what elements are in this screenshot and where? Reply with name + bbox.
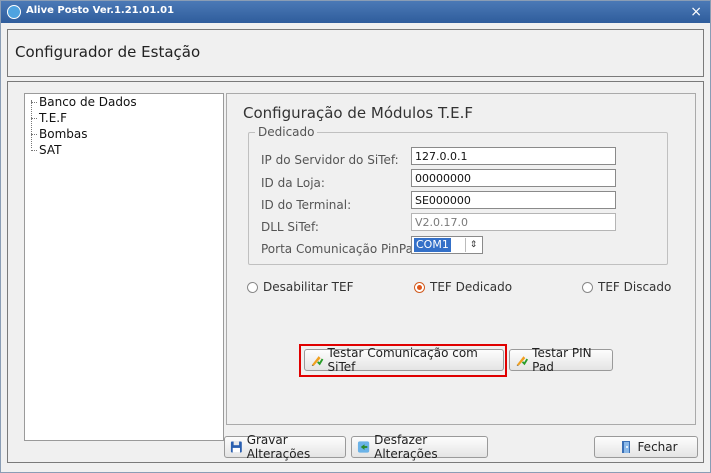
- tef-panel-title: Configuração de Módulos T.E.F: [243, 104, 473, 122]
- tree-item-tef[interactable]: T.E.F: [30, 111, 67, 125]
- door-exit-icon: [622, 441, 631, 453]
- tree-item-banco-de-dados[interactable]: Banco de Dados: [31, 95, 137, 109]
- radio-tef-discado[interactable]: TEF Discado: [582, 280, 671, 294]
- pencil-check-icon: [311, 356, 324, 366]
- page-title: Configurador de Estação: [15, 43, 201, 61]
- close-icon[interactable]: ×: [690, 3, 702, 21]
- porta-pinpad-value: COM1: [414, 238, 451, 252]
- dedicado-group-label: Dedicado: [255, 125, 318, 139]
- test-pinpad-button[interactable]: Testar PIN Pad: [509, 346, 613, 374]
- tree-connector-line: [31, 100, 32, 148]
- save-button[interactable]: Gravar Alterações: [224, 433, 346, 461]
- radio-tef-discado-label: TEF Discado: [598, 280, 672, 294]
- app-logo-icon: [7, 5, 21, 19]
- radio-checked-icon: [414, 281, 425, 293]
- id-terminal-label: ID do Terminal:: [261, 198, 352, 212]
- tree-item-bombas[interactable]: Bombas: [31, 127, 88, 141]
- tree-item-sat[interactable]: SAT: [30, 143, 61, 157]
- test-sitef-label: Testar Comunicação com SiTef: [327, 346, 478, 374]
- floppy-disk-icon: [230, 441, 242, 453]
- id-loja-input[interactable]: [411, 169, 616, 187]
- test-pinpad-label: Testar PIN Pad: [532, 346, 592, 374]
- test-sitef-button[interactable]: Testar Comunicação com SiTef: [304, 346, 504, 374]
- window-title: Alive Posto Ver.1.21.01.01: [26, 5, 175, 16]
- radio-tef-dedicado[interactable]: TEF Dedicado: [414, 280, 512, 294]
- id-terminal-input[interactable]: [411, 191, 616, 209]
- dll-sitef-label: DLL SiTef:: [261, 220, 319, 234]
- dll-sitef-input: [411, 213, 616, 231]
- id-loja-label: ID da Loja:: [261, 176, 325, 190]
- radio-desabilitar-tef-label: Desabilitar TEF: [263, 280, 354, 294]
- radio-desabilitar-tef[interactable]: Desabilitar TEF: [247, 280, 353, 294]
- spin-updown-icon[interactable]: ⇕: [465, 238, 481, 252]
- porta-pinpad-label: Porta Comunicação PinPad:: [261, 242, 425, 256]
- save-label: Gravar Alterações: [246, 433, 311, 461]
- radio-circle-icon: [582, 281, 593, 293]
- undo-icon: [357, 441, 370, 453]
- app-window: Alive Posto Ver.1.21.01.01 × Configurado…: [0, 0, 711, 473]
- title-bar[interactable]: Alive Posto Ver.1.21.01.01 ×: [1, 1, 710, 23]
- ip-servidor-input[interactable]: [411, 147, 616, 165]
- porta-pinpad-select[interactable]: COM1 ⇕: [411, 236, 483, 254]
- undo-button[interactable]: Desfazer Alterações: [351, 433, 488, 461]
- radio-circle-icon: [247, 281, 258, 293]
- close-button[interactable]: Fechar: [594, 436, 698, 458]
- undo-label: Desfazer Alterações: [374, 433, 438, 461]
- config-tree[interactable]: Banco de Dados T.E.F Bombas SAT: [24, 93, 224, 441]
- radio-tef-dedicado-label: TEF Dedicado: [430, 280, 513, 294]
- pencil-check-icon: [516, 356, 529, 366]
- ip-servidor-label: IP do Servidor do SiTef:: [261, 153, 399, 167]
- close-label: Fechar: [637, 440, 678, 454]
- header-panel: Configurador de Estação: [7, 29, 704, 77]
